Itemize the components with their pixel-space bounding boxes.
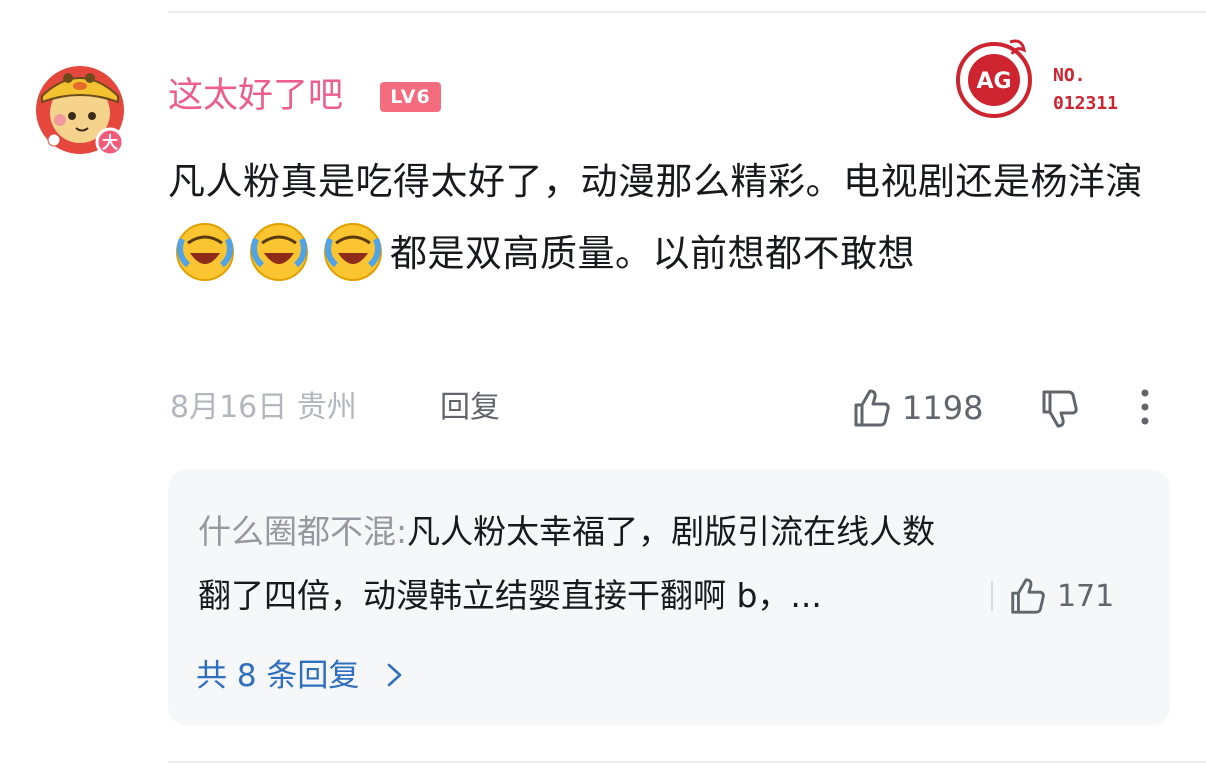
avatar-badge-text: 大 (102, 133, 118, 152)
comment-text-part1: 凡人粉真是吃得太好了，动漫那么精彩。电视剧还是杨洋演 (168, 160, 1143, 203)
comment-text: 凡人粉真是吃得太好了，动漫那么精彩。电视剧还是杨洋演都是双高质量。以前想都不敢想 (168, 146, 1178, 290)
comment-location: 贵州 (296, 390, 357, 425)
comment-date: 8月16日 (170, 390, 288, 425)
sub-reply-text-line1: 凡人粉太幸福了，剧版引流在线人数 (407, 512, 936, 551)
badge-number: NO. 012311 (1053, 62, 1118, 118)
view-all-replies-link[interactable]: 共 8 条回复 (196, 652, 407, 700)
avatar[interactable]: 大 (32, 58, 128, 158)
comment-text-part2: 都是双高质量。以前想都不敢想 (390, 232, 915, 275)
like-count: 1198 (902, 389, 984, 427)
level-badge: LV6 (380, 82, 441, 112)
sub-reply-username[interactable]: 什么圈都不混: (198, 512, 407, 551)
sub-reply-like-button[interactable]: 171 (991, 574, 1114, 618)
badge-no-value: 012311 (1053, 93, 1119, 114)
like-button[interactable]: 1198 (850, 384, 983, 432)
sub-reply-panel[interactable]: 什么圈都不混:凡人粉太幸福了，剧版引流在线人数 翻了四倍，动漫韩立结婴直接干翻啊… (168, 470, 1170, 725)
top-divider (168, 11, 1206, 13)
thumb-down-icon (1042, 390, 1078, 428)
laughing-crying-emoji (322, 221, 384, 283)
more-button[interactable] (1130, 384, 1160, 434)
thumb-up-icon (1011, 578, 1045, 614)
username[interactable]: 这太好了吧 (168, 74, 343, 118)
total-replies-label: 共 8 条回复 (196, 658, 360, 694)
avatar-image: 大 (36, 66, 125, 157)
sub-reply-text-line2: 翻了四倍，动漫韩立结婴直接干翻啊 b，... (198, 576, 822, 615)
sub-reply-line1: 什么圈都不混:凡人粉太幸福了，剧版引流在线人数 (198, 500, 1148, 564)
comment-meta: 8月16日 贵州 (170, 386, 357, 430)
sub-reply-like-count: 171 (1057, 578, 1115, 614)
reply-button[interactable]: 回复 (440, 386, 500, 430)
thumb-up-icon (854, 389, 890, 427)
chevron-right-icon (387, 663, 402, 687)
sub-like-separator (991, 581, 993, 611)
badge-no-label: NO. (1053, 65, 1086, 86)
more-vertical-icon (1141, 389, 1149, 425)
bottom-divider (168, 761, 1206, 763)
laughing-crying-emoji (248, 221, 310, 283)
laughing-crying-emoji (174, 221, 236, 283)
dislike-button[interactable] (1038, 384, 1082, 434)
emblem-text: AG (976, 69, 1011, 94)
fan-badge-emblem[interactable]: AG (952, 36, 1036, 120)
ag-emblem-icon: AG (956, 39, 1032, 118)
